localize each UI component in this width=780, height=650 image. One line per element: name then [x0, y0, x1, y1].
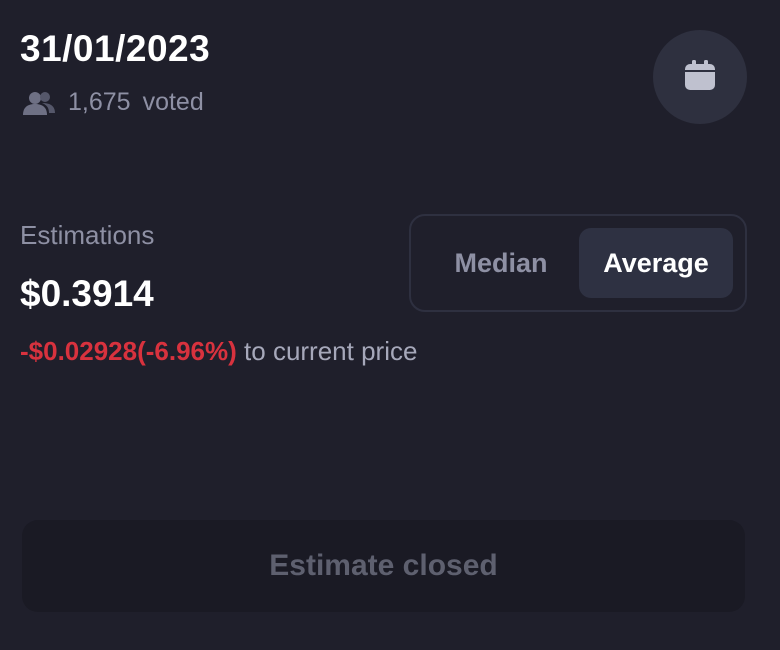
price-change: -$0.02928(-6.96%)	[20, 336, 237, 366]
voters-info: 1,675 voted	[22, 88, 204, 117]
calendar-button[interactable]	[653, 30, 747, 124]
median-option[interactable]: Median	[423, 228, 579, 298]
estimations-label: Estimations	[20, 220, 155, 250]
price-change-suffix: to current price	[236, 336, 418, 366]
estimate-card: 31/01/2023 1,675 voted Estimations $0.39…	[0, 0, 780, 650]
median-average-toggle: Median Average	[409, 214, 747, 312]
average-option[interactable]: Average	[579, 228, 733, 298]
voters-label: voted	[142, 88, 204, 116]
users-icon	[22, 90, 56, 116]
price-difference: -$0.02928(-6.96%) to current price	[20, 336, 417, 367]
estimation-value: $0.3914	[20, 273, 154, 314]
estimate-closed-button[interactable]: Estimate closed	[22, 520, 745, 612]
calendar-icon	[683, 58, 717, 97]
date-title: 31/01/2023	[20, 28, 211, 69]
voters-count: 1,675	[68, 88, 131, 116]
